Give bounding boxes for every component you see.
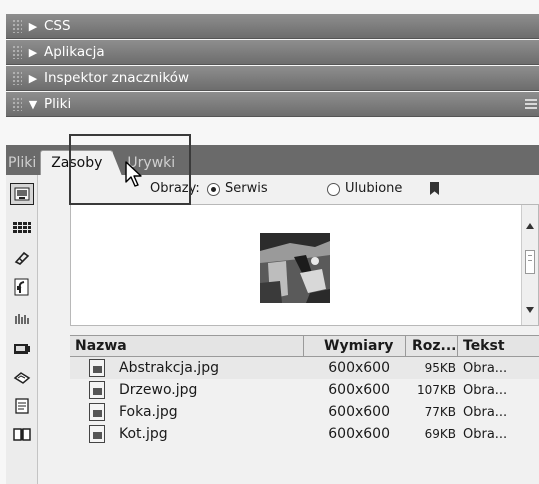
panel-header-inspektor[interactable]: ▶ Inspektor znaczników xyxy=(6,66,539,91)
asset-category-strip xyxy=(6,175,38,484)
favorites-radio-label[interactable]: Ulubione xyxy=(345,181,402,196)
file-type: Obra... xyxy=(463,426,508,442)
file-dimensions: 600x600 xyxy=(328,382,390,398)
file-size: 95KB xyxy=(424,361,456,375)
file-dimensions: 600x600 xyxy=(328,360,390,376)
file-name: Foka.jpg xyxy=(119,404,178,420)
file-type: Obra... xyxy=(463,404,508,420)
file-size: 77KB xyxy=(424,405,456,419)
panel-group: ▶ CSS ▶ Aplikacja ▶ Inspektor znaczników… xyxy=(0,0,539,484)
file-type: Obra... xyxy=(463,360,508,376)
file-dimensions: 600x600 xyxy=(328,426,390,442)
file-type: Obra... xyxy=(463,382,508,398)
panel-title: Aplikacja xyxy=(44,44,105,60)
templates-icon[interactable] xyxy=(12,397,32,415)
column-header-dimensions[interactable]: Wymiary xyxy=(304,336,406,356)
panel-header-pliki[interactable]: ▼ Pliki xyxy=(6,92,539,117)
expand-arrow-icon: ▶ xyxy=(28,71,38,85)
grip-icon[interactable] xyxy=(12,45,22,59)
table-row[interactable]: Drzewo.jpg 600x600 107KB Obra... xyxy=(70,379,539,401)
assets-table: Nazwa Wymiary Roz... Tekst Abstrakcja.jp… xyxy=(70,335,539,445)
preview-scrollbar[interactable] xyxy=(521,205,538,325)
panel-title: CSS xyxy=(44,18,71,34)
panel-options-icon[interactable] xyxy=(525,97,537,111)
column-header-size[interactable]: Roz... xyxy=(406,336,458,356)
scroll-down-icon[interactable] xyxy=(526,307,534,313)
file-name: Kot.jpg xyxy=(119,426,168,442)
bookmark-icon[interactable] xyxy=(430,182,439,195)
column-header-name[interactable]: Nazwa xyxy=(70,336,304,356)
scroll-up-icon[interactable] xyxy=(526,223,534,229)
expand-arrow-icon: ▶ xyxy=(28,19,38,33)
image-file-icon xyxy=(89,403,105,421)
movies-icon[interactable] xyxy=(12,340,32,358)
image-file-icon xyxy=(89,381,105,399)
image-file-icon xyxy=(89,359,105,377)
collapse-arrow-icon: ▼ xyxy=(28,97,38,111)
favorites-radio[interactable] xyxy=(327,183,340,196)
images-icon[interactable] xyxy=(10,183,34,205)
shockwave-icon[interactable] xyxy=(12,310,32,328)
file-dimensions: 600x600 xyxy=(328,404,390,420)
file-name: Drzewo.jpg xyxy=(119,382,198,398)
image-preview xyxy=(70,204,539,326)
library-icon[interactable] xyxy=(12,425,32,443)
assets-panel: Obrazy: Serwis Ulubione Nazwa Wymiary Ro… xyxy=(38,175,539,484)
panel-title: Inspektor znaczników xyxy=(44,70,190,86)
table-row[interactable]: Abstrakcja.jpg 600x600 95KB Obra... xyxy=(70,357,539,379)
scripts-icon[interactable] xyxy=(12,369,32,387)
table-row[interactable]: Kot.jpg 600x600 69KB Obra... xyxy=(70,423,539,445)
urls-icon[interactable] xyxy=(12,249,32,267)
scroll-thumb[interactable] xyxy=(525,250,535,274)
file-name: Abstrakcja.jpg xyxy=(119,360,219,376)
image-file-icon xyxy=(89,425,105,443)
grip-icon[interactable] xyxy=(12,97,22,111)
panel-header-aplikacja[interactable]: ▶ Aplikacja xyxy=(6,40,539,65)
preview-thumbnail xyxy=(260,233,330,303)
table-header: Nazwa Wymiary Roz... Tekst xyxy=(70,335,539,357)
grip-icon[interactable] xyxy=(12,71,22,85)
site-radio-label[interactable]: Serwis xyxy=(225,181,268,196)
tab-pliki[interactable]: Pliki xyxy=(8,150,40,175)
panel-title: Pliki xyxy=(44,96,72,112)
file-size: 69KB xyxy=(424,427,456,441)
table-row[interactable]: Foka.jpg 600x600 77KB Obra... xyxy=(70,401,539,423)
flash-icon[interactable] xyxy=(12,278,32,296)
site-radio[interactable] xyxy=(207,183,220,196)
expand-arrow-icon: ▶ xyxy=(28,45,38,59)
file-size: 107KB xyxy=(416,383,456,397)
column-header-type[interactable]: Tekst xyxy=(458,336,539,356)
panel-header-css[interactable]: ▶ CSS xyxy=(6,14,539,39)
mouse-cursor-icon xyxy=(125,161,142,187)
grip-icon[interactable] xyxy=(12,19,22,33)
colors-icon[interactable] xyxy=(12,219,32,237)
